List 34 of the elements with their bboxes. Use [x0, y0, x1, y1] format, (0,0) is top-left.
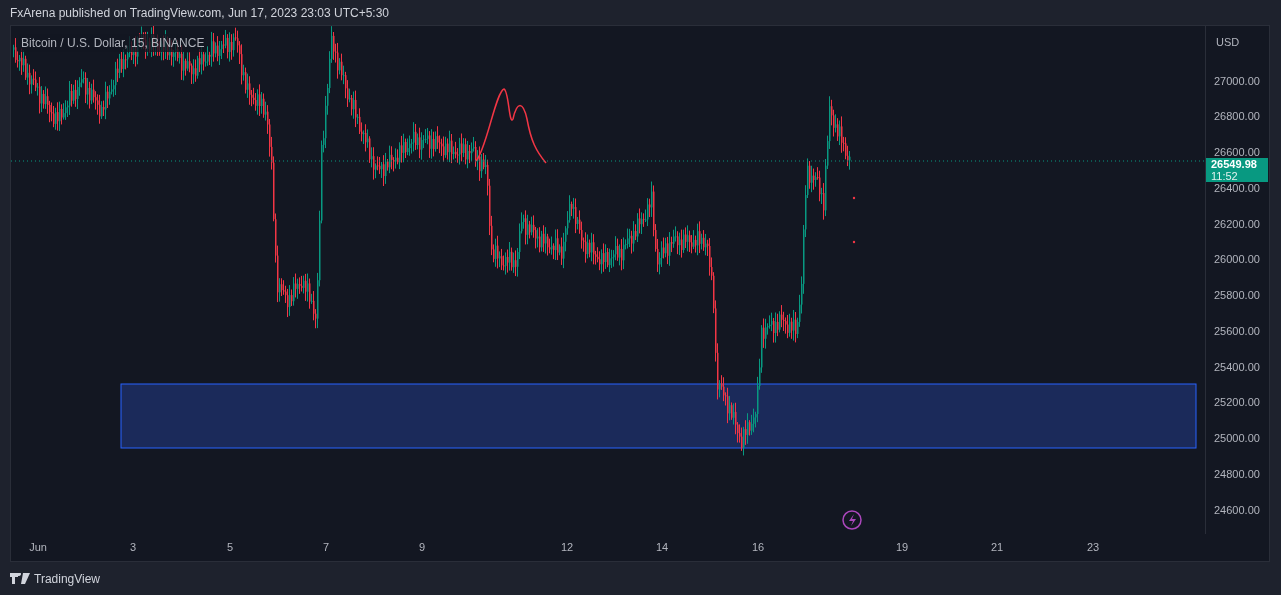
price-tick: 25200.00	[1214, 397, 1260, 409]
currency-label: USD	[1216, 35, 1240, 50]
price-tick: 26800.00	[1214, 111, 1260, 123]
brand-name: TradingView	[34, 570, 101, 588]
time-tick: 14	[655, 540, 669, 555]
price-tick: 25000.00	[1214, 433, 1260, 444]
price-tick: 25400.00	[1214, 361, 1260, 373]
bar-countdown: 11:52	[1211, 170, 1239, 182]
price-tick: 24800.00	[1214, 468, 1260, 480]
price-tick: 26600.00	[1214, 147, 1260, 158]
time-tick: 21	[990, 540, 1004, 555]
price-tick: 25600.00	[1214, 325, 1260, 337]
time-tick: 23	[1086, 540, 1100, 555]
price-tick: 27000.00	[1214, 75, 1260, 87]
time-tick: Jun	[29, 540, 47, 555]
lightning-icon[interactable]	[842, 510, 862, 530]
price-tick: 26200.00	[1214, 218, 1260, 230]
price-tick: 24600.00	[1214, 504, 1260, 516]
time-tick: 5	[226, 540, 234, 555]
logo-icon	[10, 573, 30, 584]
time-tick: 3	[129, 540, 137, 555]
time-tick: 19	[895, 540, 909, 555]
time-tick: 9	[418, 540, 426, 555]
time-tick: 16	[751, 540, 765, 555]
marker-dot	[852, 240, 856, 244]
symbol-legend: Bitcoin / U.S. Dollar, 15, BINANCE	[19, 34, 207, 52]
price-tick: 25800.00	[1214, 290, 1260, 301]
last-price: 26549.98	[1211, 158, 1258, 170]
publish-info: FxArena published on TradingView.com, Jun 17, 2023 23:03 UTC+5:30	[10, 4, 390, 22]
time-tick: 7	[322, 540, 330, 555]
time-tick: 12	[560, 540, 574, 555]
marker-dot	[852, 196, 856, 200]
price-tick: 26000.00	[1214, 254, 1260, 266]
price-tick: 26400.00	[1214, 182, 1260, 194]
